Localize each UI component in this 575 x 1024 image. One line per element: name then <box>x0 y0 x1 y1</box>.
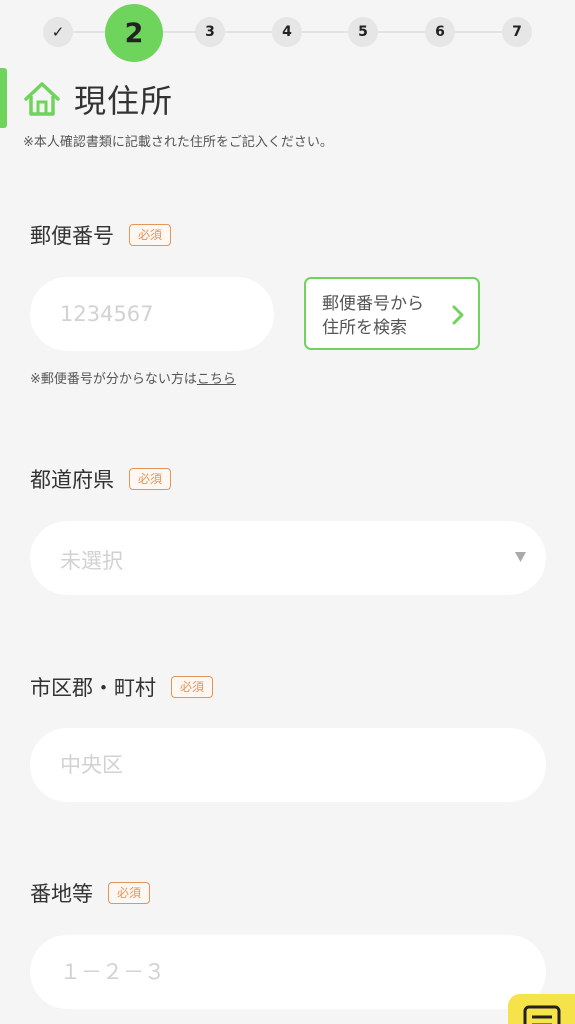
step-7: 7 <box>502 17 532 47</box>
zip-help-link[interactable]: こちら <box>197 372 236 387</box>
step-3: 3 <box>195 17 225 47</box>
caret-down-icon <box>515 552 526 562</box>
step-1-done[interactable]: ✓ <box>43 17 73 47</box>
address-label-text: 番地等 <box>30 882 93 906</box>
prefecture-label-text: 都道府県 <box>30 468 114 492</box>
address-label: 番地等 必須 <box>30 878 151 908</box>
zip-label-text: 郵便番号 <box>30 224 114 248</box>
progress-stepper: ✓ 2 3 4 5 6 7 <box>0 0 575 64</box>
step-6: 6 <box>425 17 455 47</box>
city-label-text: 市区郡・町村 <box>30 676 156 700</box>
search-button-label: 郵便番号から 住所を検索 <box>322 294 424 338</box>
prefecture-selected-value: 未選択 <box>60 549 123 573</box>
prefecture-label: 都道府県 必須 <box>30 464 172 494</box>
section-accent-bar <box>0 68 7 128</box>
zip-input[interactable] <box>30 277 274 351</box>
address-form-page: ✓ 2 3 4 5 6 7 現住所 ※本人確認書類に記載された住所をご記入くださ… <box>0 0 575 1024</box>
prefecture-select[interactable]: 未選択 <box>30 521 546 595</box>
zip-help-text: ※郵便番号が分からない方はこちら <box>30 372 236 387</box>
street-address-input[interactable] <box>30 935 546 1009</box>
step-2-current: 2 <box>105 4 163 62</box>
search-address-by-zip-button[interactable]: 郵便番号から 住所を検索 <box>304 277 480 350</box>
required-badge: 必須 <box>129 468 172 490</box>
city-input[interactable] <box>30 728 546 802</box>
required-badge: 必須 <box>108 882 151 904</box>
zip-label: 郵便番号 必須 <box>30 220 172 250</box>
menu-list-icon <box>523 1005 561 1024</box>
chevron-right-icon <box>452 305 464 325</box>
home-icon <box>24 82 60 116</box>
required-badge: 必須 <box>129 224 172 246</box>
required-badge: 必須 <box>171 676 214 698</box>
section-title: 現住所 <box>74 82 174 120</box>
step-5: 5 <box>348 17 378 47</box>
floating-menu-button[interactable] <box>508 994 575 1024</box>
step-4: 4 <box>272 17 302 47</box>
section-note: ※本人確認書類に記載された住所をご記入ください。 <box>23 135 333 150</box>
city-label: 市区郡・町村 必須 <box>30 672 214 702</box>
